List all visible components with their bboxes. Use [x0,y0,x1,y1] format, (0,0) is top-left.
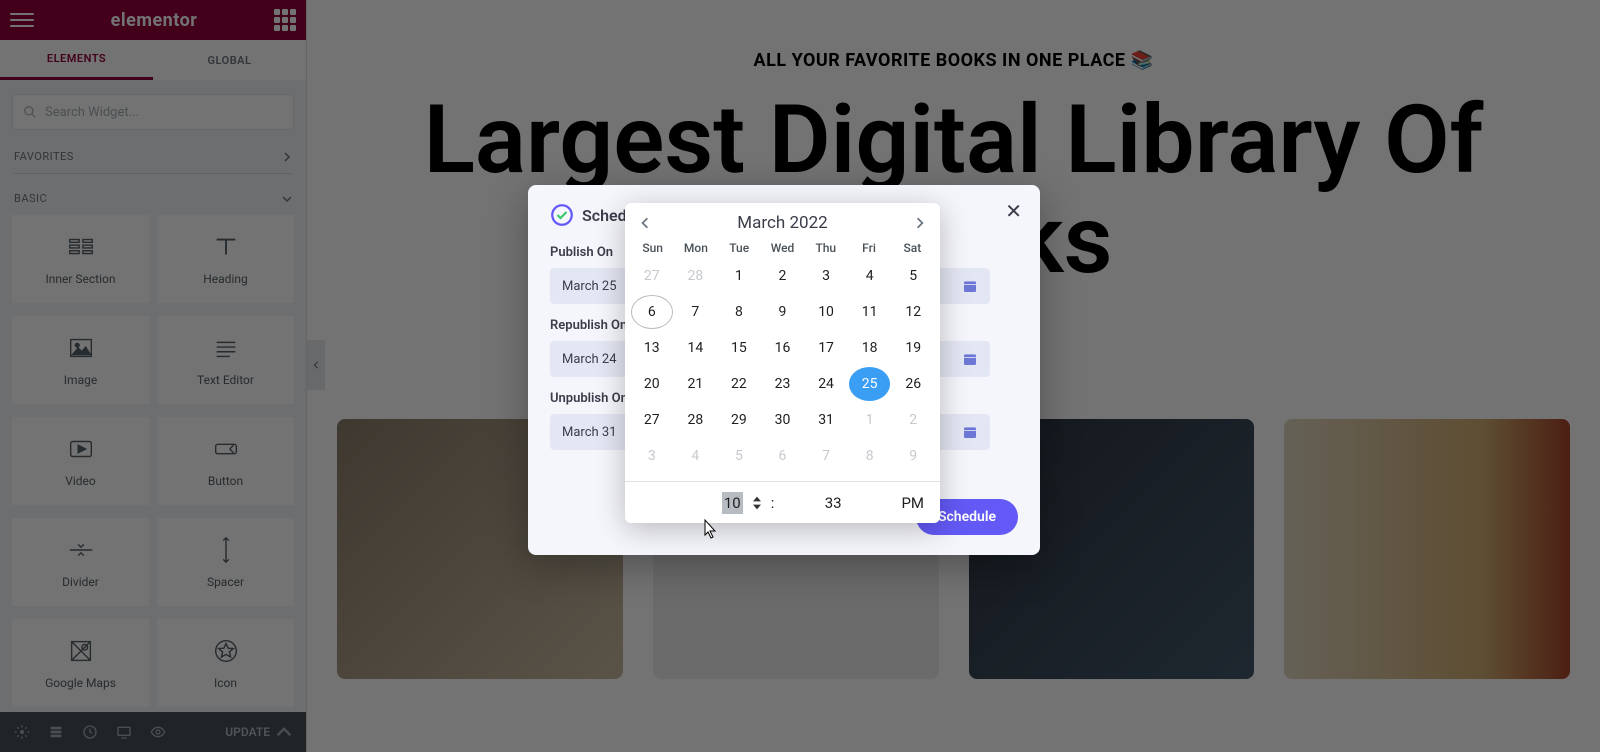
calendar-day[interactable]: 15 [718,331,760,365]
calendar-day[interactable]: 28 [675,259,717,293]
calendar-day[interactable]: 25 [849,367,891,401]
calendar-weekdays: SunMonTueWedThuFriSat [625,237,940,257]
calendar-day[interactable]: 6 [631,295,673,329]
calendar-day[interactable]: 19 [892,331,934,365]
calendar-day[interactable]: 16 [762,331,804,365]
weekday-label: Sun [631,241,674,255]
calendar-day[interactable]: 9 [892,439,934,473]
calendar-day[interactable]: 13 [631,331,673,365]
calendar-day[interactable]: 4 [849,259,891,293]
calendar-day[interactable]: 28 [675,403,717,437]
calendar-day[interactable]: 29 [718,403,760,437]
date-picker: March 2022 SunMonTueWedThuFriSat 2728123… [625,203,940,523]
calendar-icon [962,424,978,440]
prev-month-icon[interactable] [639,217,651,229]
calendar-day[interactable]: 27 [631,259,673,293]
hour-down-icon[interactable] [751,503,763,511]
weekday-label: Sat [891,241,934,255]
next-month-icon[interactable] [914,217,926,229]
weekday-label: Thu [804,241,847,255]
calendar-day[interactable]: 20 [631,367,673,401]
mouse-cursor-icon [700,518,718,542]
calendar-day[interactable]: 21 [675,367,717,401]
calendar-day[interactable]: 24 [805,367,847,401]
ampm-toggle[interactable]: PM [884,494,924,512]
time-picker: 10 : 33 PM [625,481,940,523]
minute-input[interactable]: 33 [782,494,884,512]
calendar-day[interactable]: 18 [849,331,891,365]
calendar-grid: 2728123456789101112131415161718192021222… [625,257,940,481]
calendar-day[interactable]: 2 [892,403,934,437]
calendar-day[interactable]: 27 [631,403,673,437]
hour-input[interactable]: 10 [641,494,751,512]
calendar-day[interactable]: 10 [805,295,847,329]
calendar-month-label: March 2022 [737,213,827,233]
calendar-day[interactable]: 11 [849,295,891,329]
calendar-day[interactable]: 1 [849,403,891,437]
calendar-day[interactable]: 7 [805,439,847,473]
weekday-label: Mon [674,241,717,255]
calendar-icon [962,351,978,367]
hour-value: 10 [722,492,743,514]
unpublish-on-value: March 31 [562,425,617,440]
weekday-label: Wed [761,241,804,255]
calendar-day[interactable]: 30 [762,403,804,437]
calendar-day[interactable]: 3 [805,259,847,293]
hour-up-icon[interactable] [751,495,763,503]
calendar-icon [962,278,978,294]
hour-spinner[interactable] [751,495,763,511]
calendar-day[interactable]: 7 [675,295,717,329]
calendar-day[interactable]: 2 [762,259,804,293]
calendar-day[interactable]: 26 [892,367,934,401]
calendar-day[interactable]: 14 [675,331,717,365]
republish-on-value: March 24 [562,352,617,367]
calendar-day[interactable]: 31 [805,403,847,437]
calendar-day[interactable]: 12 [892,295,934,329]
calendar-day[interactable]: 22 [718,367,760,401]
weekday-label: Tue [718,241,761,255]
calendar-day[interactable]: 1 [718,259,760,293]
close-icon[interactable]: ✕ [1005,199,1022,223]
schedulepress-logo-icon [550,203,574,227]
calendar-day[interactable]: 23 [762,367,804,401]
calendar-day[interactable]: 3 [631,439,673,473]
weekday-label: Fri [847,241,890,255]
calendar-day[interactable]: 6 [762,439,804,473]
calendar-day[interactable]: 8 [849,439,891,473]
calendar-day[interactable]: 17 [805,331,847,365]
publish-on-value: March 25 [562,279,617,294]
calendar-day[interactable]: 4 [675,439,717,473]
calendar-day[interactable]: 5 [892,259,934,293]
calendar-day[interactable]: 8 [718,295,760,329]
calendar-day[interactable]: 5 [718,439,760,473]
calendar-day[interactable]: 9 [762,295,804,329]
time-separator: : [763,494,783,512]
